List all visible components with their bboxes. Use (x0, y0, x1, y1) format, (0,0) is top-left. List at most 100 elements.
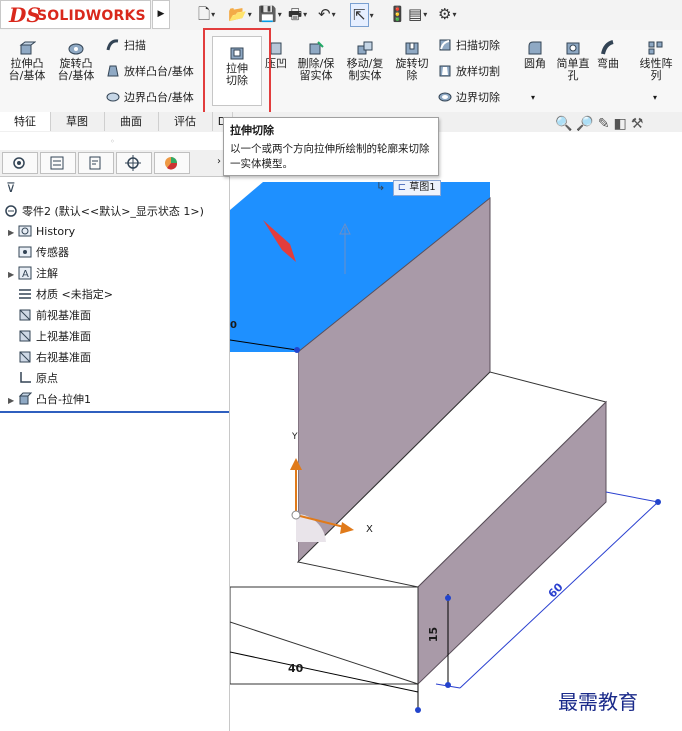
configuration-manager-tab[interactable] (78, 152, 114, 174)
annotation-icon: A (18, 266, 32, 280)
tree-item-label: History (36, 225, 76, 238)
display-manager-tab[interactable] (154, 152, 190, 174)
rollback-bar[interactable] (0, 411, 229, 413)
select-icon[interactable]: ⇱ ▾ (350, 3, 380, 27)
expand-arrow-icon[interactable]: ▶ (8, 223, 18, 243)
loft-boss-label: 放样凸台/基体 (124, 65, 194, 78)
dimension-point[interactable] (655, 499, 661, 505)
tree-item-sensors[interactable]: 传感器 (18, 243, 69, 263)
new-document-icon[interactable]: 🗋▾ (198, 3, 226, 25)
revolve-boss-button[interactable]: 旋转凸台/基体 (54, 40, 98, 82)
file-properties-icon[interactable]: ▤▾ (408, 3, 436, 25)
boundary-cut-icon (438, 92, 452, 102)
tab-sketch[interactable]: 草图 (50, 112, 105, 131)
revolve-boss-label: 旋转凸台/基体 (57, 57, 95, 82)
tooltip-description: 以一个或两个方向拉伸所绘制的轮廓来切除一实体模型。 (230, 143, 430, 170)
boundary-boss-label: 边界凸台/基体 (124, 91, 194, 104)
delete-keep-body-button[interactable]: 删除/保留实体 (294, 40, 338, 82)
axis-y-label: Y (292, 432, 298, 442)
revolve-cut-button[interactable]: 旋转切除 (392, 40, 432, 82)
sketch-icon: ⊏ (397, 182, 407, 193)
tooltip-title: 拉伸切除 (230, 124, 274, 137)
plane-icon (19, 309, 31, 321)
sweep-cut-icon (439, 39, 451, 51)
boundary-cut-button[interactable]: 边界切除 (438, 89, 500, 105)
options-gear-icon[interactable]: ⚙▾ (438, 3, 466, 25)
extrude-cut-button[interactable]: 拉伸切除 (212, 36, 262, 106)
sketch-callout[interactable]: ↳ ⊏ 草图1 (376, 180, 441, 198)
extrude-boss-button[interactable]: 拉伸凸台/基体 (6, 40, 48, 82)
dimension-point[interactable] (415, 707, 421, 713)
linear-pattern-button[interactable]: 线性阵列 (636, 40, 676, 82)
dimension-point[interactable] (294, 347, 300, 353)
tree-root-label: 零件2 (默认<<默认>_显示状态 1>) (22, 205, 204, 218)
extrude-feature-icon (18, 392, 32, 405)
undo-icon[interactable]: ↶▾ (318, 3, 346, 25)
sketch-arrow-icon: ↳ (376, 180, 386, 193)
loft-cut-button[interactable]: 放样切割 (438, 63, 500, 79)
extrude-cut-tooltip: 拉伸切除 以一个或两个方向拉伸所绘制的轮廓来切除一实体模型。 (223, 117, 439, 176)
sweep-button[interactable]: 扫描 (106, 37, 146, 53)
tree-item-history[interactable]: ▶ History (8, 222, 75, 242)
tree-item-top-plane[interactable]: 上视基准面 (18, 327, 91, 347)
dimension-point[interactable] (445, 595, 451, 601)
tree-item-material[interactable]: 材质 <未指定> (18, 285, 113, 305)
sweep-label: 扫描 (124, 39, 146, 52)
tree-item-right-plane[interactable]: 右视基准面 (18, 348, 91, 368)
menu-expand-icon[interactable]: ▶ (152, 0, 170, 29)
move-copy-icon (357, 41, 373, 55)
tree-root[interactable]: 零件2 (默认<<默认>_显示状态 1>) (4, 202, 204, 222)
loft-cut-label: 放样切割 (456, 65, 500, 78)
filter-icon[interactable]: ⊽ (6, 181, 16, 196)
expand-arrow-icon[interactable]: ▶ (8, 265, 18, 285)
flex-icon (601, 40, 614, 55)
panel-tabs: › (0, 150, 229, 177)
expand-arrow-icon[interactable]: ▶ (8, 391, 18, 411)
step-front-face[interactable] (230, 586, 419, 685)
save-icon[interactable]: 💾▾ (258, 3, 286, 25)
plane-icon (19, 330, 31, 342)
dimension-15[interactable]: 15 (427, 627, 440, 642)
boundary-boss-button[interactable]: 边界凸台/基体 (106, 89, 194, 105)
boundary-cut-label: 边界切除 (456, 91, 500, 104)
extrude-cut-label: 拉伸切除 (226, 62, 248, 87)
history-icon (18, 225, 32, 237)
flex-button[interactable]: 弯曲 (594, 40, 622, 70)
tab-evaluate[interactable]: 评估 (158, 112, 213, 131)
dimension-40[interactable]: 40 (288, 662, 303, 675)
tree-item-annotations[interactable]: ▶ A 注解 (8, 264, 58, 284)
feature-manager-tab[interactable] (2, 152, 38, 174)
sweep-icon (106, 39, 119, 51)
property-list-icon (50, 156, 64, 170)
fillet-dropdown-icon[interactable]: ▾ (531, 93, 535, 102)
tab-surfaces[interactable]: 曲面 (104, 112, 159, 131)
solidworks-logo[interactable]: DS SOLIDWORKS (0, 0, 151, 29)
pattern-dropdown-icon[interactable]: ▾ (653, 93, 657, 102)
tree-item-label: 原点 (36, 372, 58, 385)
feature-tree-icon (13, 157, 25, 169)
panel-grip-icon[interactable]: ◦ (110, 137, 115, 146)
sketch-tag-box[interactable]: ⊏ 草图1 (392, 180, 441, 196)
print-icon[interactable]: 🖶▾ (288, 3, 316, 25)
sensor-icon (18, 246, 32, 258)
view-toolbar[interactable]: 🔍🔎✎◧⚒ (555, 116, 647, 132)
fillet-icon (528, 41, 542, 55)
command-manager-ribbon: 拉伸凸台/基体 旋转凸台/基体 扫描 放样凸台/基体 边界凸台/基体 压凹 删除… (0, 30, 682, 112)
open-document-icon[interactable]: 📂▾ (228, 3, 256, 25)
dimxpert-manager-tab[interactable] (116, 152, 152, 174)
graphics-area[interactable]: 0 Y X 40 15 60 (230, 132, 682, 731)
dimension-point[interactable] (445, 682, 451, 688)
loft-boss-button[interactable]: 放样凸台/基体 (106, 63, 194, 79)
simple-hole-button[interactable]: 简单直孔 (556, 40, 590, 82)
sweep-cut-button[interactable]: 扫描切除 (438, 37, 500, 53)
dimension-0[interactable]: 0 (230, 320, 237, 331)
tree-item-front-plane[interactable]: 前视基准面 (18, 306, 91, 326)
move-copy-body-button[interactable]: 移动/复制实体 (342, 40, 388, 82)
property-manager-tab[interactable] (40, 152, 76, 174)
panel-more-icon[interactable]: › (217, 156, 221, 167)
move-copy-body-label: 移动/复制实体 (346, 57, 384, 82)
tab-features[interactable]: 特征 (0, 112, 51, 131)
tree-item-origin[interactable]: 原点 (18, 369, 58, 389)
tree-item-boss-extrude1[interactable]: ▶ 凸台-拉伸1 (8, 390, 91, 410)
fillet-button[interactable]: 圆角 (520, 40, 550, 70)
